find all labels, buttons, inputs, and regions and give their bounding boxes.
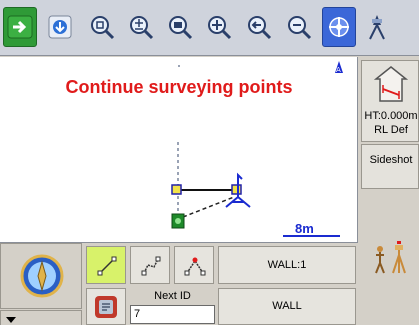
rl-readout: RL Def [374, 124, 408, 136]
height-readout: HT:0.000m [364, 110, 418, 122]
survey-point-1 [171, 184, 182, 195]
zoom-window-icon [169, 16, 193, 40]
zoom-window-button[interactable] [163, 7, 197, 47]
zoom-extents-icon [91, 16, 115, 40]
exit-button[interactable] [3, 7, 37, 47]
survey-point-2 [231, 184, 242, 195]
zoom-previous-button[interactable] [242, 7, 276, 47]
scale-label: 8m [295, 221, 314, 236]
chevron-down-icon [6, 317, 16, 323]
code-selector[interactable]: WALL:1 [218, 246, 356, 284]
zoom-out-icon [288, 16, 312, 40]
plan-view[interactable]: A Continue surveying points 8m [0, 57, 358, 242]
arc-mode-icon [184, 257, 206, 276]
sideshot-label: Sideshot [369, 154, 413, 166]
pan-button[interactable] [202, 7, 236, 47]
zoom-in-out-button[interactable] [124, 7, 158, 47]
zoom-in-out-icon [130, 16, 154, 40]
zoom-extents-button[interactable] [85, 7, 119, 47]
top-toolbar [0, 0, 419, 56]
next-id-label: Next ID [154, 290, 191, 302]
mode-line-button[interactable] [86, 246, 126, 284]
line-mode-icon [97, 256, 117, 276]
status-message: Continue surveying points [65, 77, 293, 97]
download-icon [48, 15, 72, 39]
exit-arrow-icon [7, 15, 33, 39]
settings-button[interactable] [362, 7, 392, 47]
attributes-icon [95, 296, 117, 318]
settings-icon [369, 15, 385, 40]
sideshot-button[interactable]: Sideshot [361, 144, 419, 189]
target-height-icon [374, 66, 408, 102]
mode-polyline-button[interactable] [130, 246, 170, 284]
code-button-label: WALL [272, 300, 302, 312]
zoom-previous-icon [248, 16, 272, 40]
target-height-button[interactable]: HT:0.000m RL Def [361, 60, 419, 142]
right-panel: HT:0.000m RL Def Sideshot [359, 57, 419, 325]
measure-button[interactable] [361, 191, 419, 323]
surveyor-icon [375, 241, 406, 274]
mode-arc-button[interactable] [174, 246, 214, 284]
target-icon [329, 17, 349, 37]
pan-icon [208, 16, 232, 40]
target-button[interactable] [322, 7, 356, 47]
bottom-panel: WALL:1 Next ID 7 WALL [0, 242, 358, 325]
code-selector-label: WALL:1 [267, 259, 307, 271]
menu-dropdown[interactable] [0, 310, 82, 325]
next-id-input[interactable]: 7 [130, 305, 215, 324]
attribute-button[interactable] [86, 288, 126, 325]
compass-button[interactable] [0, 243, 82, 309]
zoom-out-button[interactable] [282, 7, 316, 47]
compass-icon [20, 254, 64, 298]
download-button[interactable] [43, 7, 77, 47]
svg-text:A: A [336, 66, 341, 74]
polyline-mode-icon [141, 256, 161, 276]
code-button[interactable]: WALL [218, 288, 356, 325]
